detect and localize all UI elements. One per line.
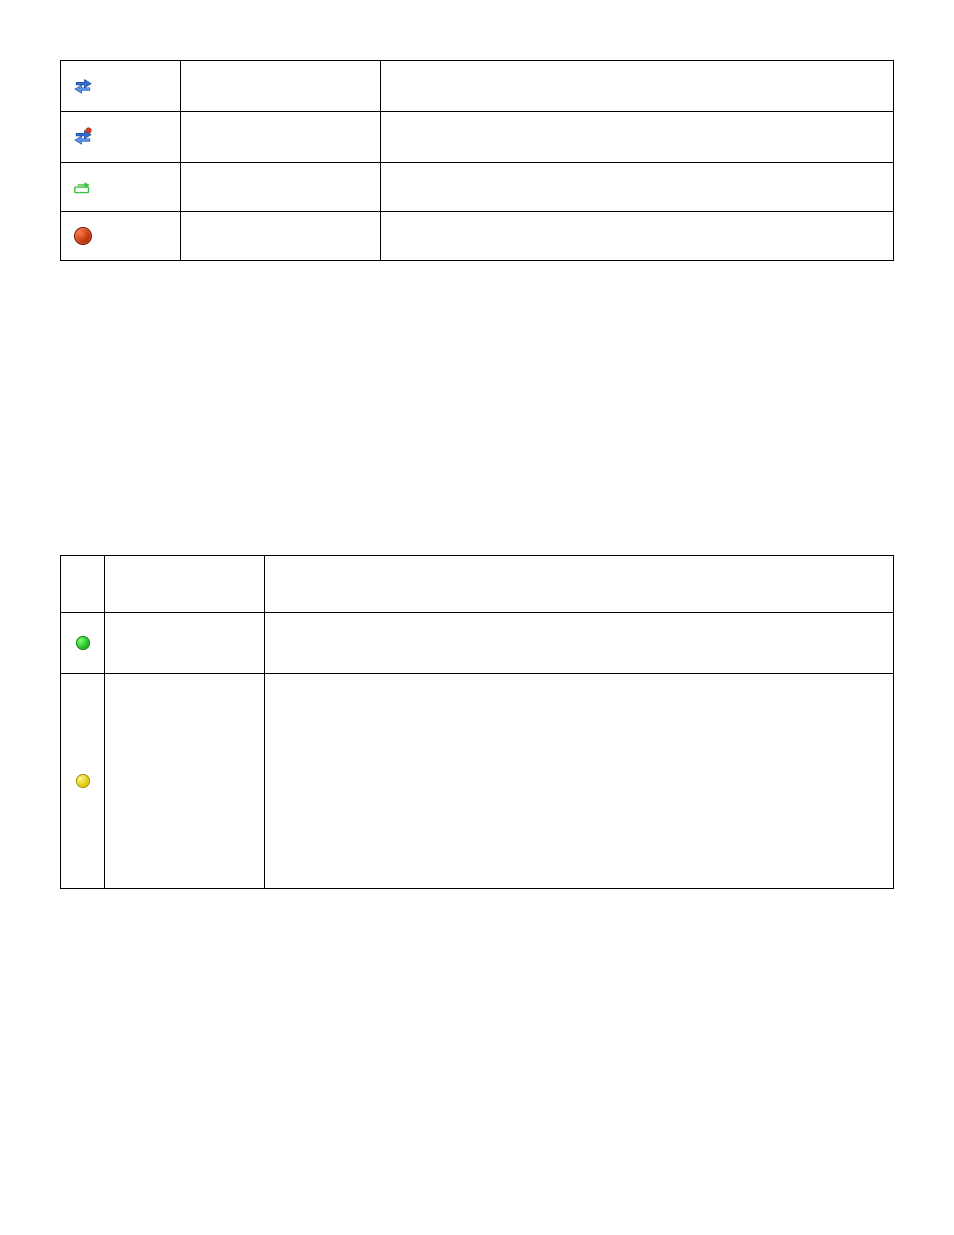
header-cell (61, 556, 105, 613)
header-cell (105, 556, 265, 613)
link-item[interactable] (130, 363, 390, 376)
table-row (61, 112, 894, 163)
icon-desc (381, 112, 894, 163)
warn-circle-icon (71, 769, 95, 793)
table-row (61, 613, 894, 674)
swap-arrows-icon (71, 73, 95, 97)
status-name (105, 674, 265, 889)
icon-name (181, 212, 381, 261)
icon-cell (61, 212, 181, 261)
table-row (61, 212, 894, 261)
icon-cell (61, 61, 181, 112)
status-icon-cell (61, 613, 105, 674)
icon-desc (381, 163, 894, 212)
table-row (61, 61, 894, 112)
ok-circle-icon (71, 631, 95, 655)
table-row (61, 163, 894, 212)
error-circle-icon (71, 224, 95, 248)
link-list (100, 319, 894, 379)
swap-arrows-conflict-icon (71, 124, 95, 148)
header-cell (265, 556, 894, 613)
icon-cell (61, 112, 181, 163)
link-item[interactable] (130, 319, 210, 332)
icon-desc (381, 212, 894, 261)
icon-cell (61, 163, 181, 212)
drive-arrow-icon (71, 175, 95, 199)
table-row (61, 674, 894, 889)
icon-name (181, 112, 381, 163)
status-table (60, 555, 894, 889)
status-icon-cell (61, 674, 105, 889)
status-desc (265, 613, 894, 674)
status-desc (265, 674, 894, 889)
icon-name (181, 163, 381, 212)
icon-legend-table (60, 60, 894, 261)
table-header-row (61, 556, 894, 613)
status-name (105, 613, 265, 674)
document-page (0, 0, 954, 929)
icon-desc (381, 61, 894, 112)
icon-name (181, 61, 381, 112)
link-item[interactable] (130, 341, 310, 354)
